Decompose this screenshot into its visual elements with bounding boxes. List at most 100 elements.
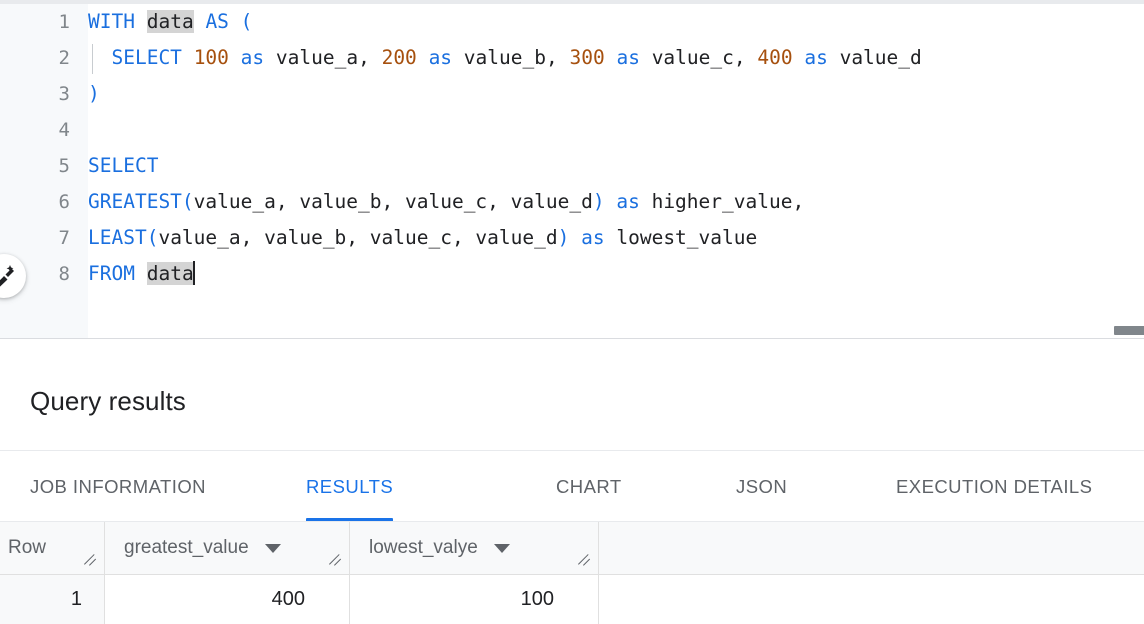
column-header-Row[interactable]: Row (0, 522, 104, 574)
code-token: value_c (652, 46, 734, 69)
column-header-empty (598, 522, 1144, 574)
code-token: data (147, 10, 194, 33)
code-token: as (429, 46, 452, 69)
tab-label: JOB INFORMATION (30, 476, 206, 498)
code-token: value_a (276, 46, 358, 69)
greatest-value-cell[interactable]: 400 (104, 575, 349, 624)
line-number: 4 (0, 112, 88, 148)
code-line[interactable]: WITH data AS ( (88, 4, 1144, 40)
page-title: Query results (30, 386, 186, 417)
code-area[interactable]: WITH data AS ( SELECT 100 as value_a, 20… (88, 4, 1144, 339)
editor-horizontal-scrollbar[interactable] (0, 323, 1144, 337)
text-cursor (193, 261, 195, 285)
column-header-label: greatest_value (124, 537, 249, 559)
code-line[interactable]: FROM data (88, 256, 1144, 292)
code-token (182, 46, 194, 69)
code-token (417, 46, 429, 69)
code-token: WITH (88, 10, 135, 33)
column-divider (349, 522, 350, 574)
code-token: value_d (840, 46, 922, 69)
tab-results[interactable]: RESULTS (306, 451, 393, 522)
bigquery-editor-page: 12345678 WITH data AS ( SELECT 100 as va… (0, 0, 1144, 624)
code-token (640, 46, 652, 69)
row-number-cell[interactable]: 1 (0, 575, 104, 624)
editor-bottom-divider (0, 338, 1144, 339)
tab-json[interactable]: JSON (736, 451, 787, 522)
code-line[interactable]: SELECT 100 as value_a, 200 as value_b, 3… (88, 40, 1144, 76)
code-token: , (358, 46, 381, 69)
code-token: lowest_value (616, 226, 757, 249)
code-token: ) (88, 82, 100, 105)
column-divider (598, 522, 599, 574)
code-token: value_a, value_b, value_c, value_d (194, 190, 593, 213)
column-header-greatest_value[interactable]: greatest_value (104, 522, 349, 574)
code-token (828, 46, 840, 69)
code-token (229, 46, 241, 69)
code-token (194, 10, 206, 33)
query-results-panel: Query results JOB INFORMATION RESULTS CHAR… (0, 340, 1144, 624)
table-header-row: Row greatest_value lowest_valye (0, 522, 1144, 574)
code-token (452, 46, 464, 69)
code-token (605, 190, 617, 213)
code-token: value_a, value_b, value_c, value_d (158, 226, 557, 249)
code-line[interactable]: ) (88, 76, 1144, 112)
code-token: as (241, 46, 264, 69)
tab-label: CHART (556, 476, 622, 498)
code-token: ( (147, 226, 159, 249)
tab-label: JSON (736, 476, 787, 498)
column-resize-grip[interactable] (329, 552, 343, 566)
tab-job-information[interactable]: JOB INFORMATION (30, 451, 206, 522)
code-token: as (616, 190, 639, 213)
code-token: 400 (757, 46, 792, 69)
code-line[interactable]: LEAST(value_a, value_b, value_c, value_d… (88, 220, 1144, 256)
column-header-lowest_valye[interactable]: lowest_valye (349, 522, 598, 574)
line-number: 5 (0, 148, 88, 184)
code-token: value_b (464, 46, 546, 69)
code-token: SELECT (111, 46, 181, 69)
code-token: 100 (194, 46, 229, 69)
code-token (605, 46, 617, 69)
code-token (569, 226, 581, 249)
results-tabs[interactable]: JOB INFORMATION RESULTS CHART JSON EXECUTION… (0, 451, 1144, 522)
code-line[interactable] (88, 112, 1144, 148)
code-token: higher_value, (652, 190, 805, 213)
chevron-down-icon[interactable] (494, 544, 510, 553)
code-line[interactable]: GREATEST(value_a, value_b, value_c, valu… (88, 184, 1144, 220)
code-token (135, 10, 147, 33)
column-divider (104, 522, 105, 574)
line-number: 2 (0, 40, 88, 76)
tab-chart[interactable]: CHART (556, 451, 622, 522)
column-header-label: lowest_valye (369, 537, 478, 559)
code-token: ) (593, 190, 605, 213)
lowest-value-cell[interactable]: 100 (349, 575, 598, 624)
code-token: as (804, 46, 827, 69)
tab-label: EXECUTION DETAILS (896, 476, 1092, 498)
code-token: ) (558, 226, 570, 249)
results-table: Row greatest_value lowest_valye 1400100 (0, 522, 1144, 624)
scrollbar-thumb[interactable] (1114, 326, 1144, 335)
column-divider (598, 575, 599, 624)
column-divider (349, 575, 350, 624)
chevron-down-icon[interactable] (265, 544, 281, 553)
tab-label: RESULTS (306, 476, 393, 498)
table-row[interactable]: 1400100 (0, 575, 1144, 624)
line-number: 1 (0, 4, 88, 40)
code-token: as (581, 226, 604, 249)
code-token (640, 190, 652, 213)
empty-cell (598, 575, 1144, 624)
code-token: LEAST (88, 226, 147, 249)
column-resize-grip[interactable] (84, 552, 98, 566)
code-token: 200 (382, 46, 417, 69)
column-resize-grip[interactable] (578, 552, 592, 566)
tab-execution-details[interactable]: EXECUTION DETAILS (896, 451, 1092, 522)
code-token: , (734, 46, 757, 69)
code-token (793, 46, 805, 69)
sql-editor[interactable]: 12345678 WITH data AS ( SELECT 100 as va… (0, 0, 1144, 339)
code-token: FROM (88, 262, 135, 285)
code-line[interactable]: SELECT (88, 148, 1144, 184)
code-token: as (616, 46, 639, 69)
line-number: 6 (0, 184, 88, 220)
code-token: 300 (569, 46, 604, 69)
line-number: 7 (0, 220, 88, 256)
code-token: GREATEST (88, 190, 182, 213)
